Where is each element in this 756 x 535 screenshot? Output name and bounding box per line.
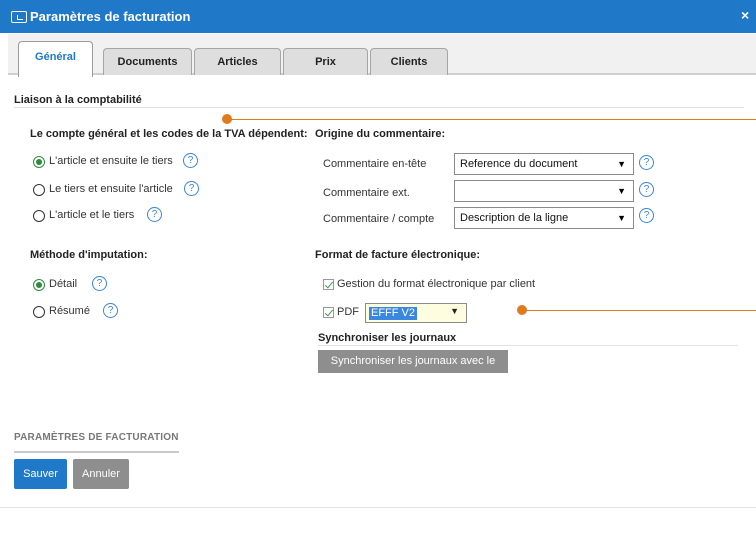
window-title: Paramètres de facturation xyxy=(30,9,191,24)
commentaire-compte-value: Description de la ligne xyxy=(460,212,569,224)
radio-detail-label: Détail xyxy=(49,278,78,290)
footer-title: PARAMÈTRES DE FACTURATION xyxy=(14,432,179,443)
bottom-divider xyxy=(0,507,756,508)
annotation-line xyxy=(230,119,756,120)
synchroniser-journaux-button[interactable]: Synchroniser les journaux avec le DEP xyxy=(318,350,508,390)
commentaire-compte-select[interactable]: Description de la ligne ▼ xyxy=(454,207,634,229)
radio-article-et-tiers-label: L'article et le tiers xyxy=(49,209,135,221)
help-icon[interactable]: ? xyxy=(639,208,654,223)
commentaire-compte-label: Commentaire / compte xyxy=(323,213,435,225)
window-titlebar: Paramètres de facturation × xyxy=(0,0,756,33)
radio-resume[interactable] xyxy=(33,306,45,318)
annotation-line xyxy=(525,310,756,311)
synchro-title: Synchroniser les journaux xyxy=(318,332,457,344)
pdf-format-select[interactable]: EFFF V2 ▼ xyxy=(365,303,467,323)
pdf-format-value: EFFF V2 xyxy=(369,307,418,320)
chevron-down-icon: ▼ xyxy=(617,213,626,223)
footer-divider xyxy=(14,451,179,453)
imputation-title: Méthode d'imputation: xyxy=(30,249,148,261)
tab-articles[interactable]: Articles xyxy=(194,48,281,75)
synchro-divider xyxy=(318,345,738,346)
help-icon[interactable]: ? xyxy=(103,303,118,318)
section-liaison-title: Liaison à la comptabilité xyxy=(14,94,142,106)
tab-prix[interactable]: Prix xyxy=(283,48,368,75)
tab-documents[interactable]: Documents xyxy=(103,48,192,75)
commentaire-ext-label: Commentaire ext. xyxy=(323,187,410,199)
help-icon[interactable]: ? xyxy=(639,155,654,170)
radio-resume-label: Résumé xyxy=(49,305,90,317)
gestion-format-label: Gestion du format électronique par clien… xyxy=(337,278,536,290)
commentaire-entete-value: Reference du document xyxy=(460,158,578,170)
radio-tiers-puis-article[interactable] xyxy=(33,184,45,196)
section-divider xyxy=(14,107,744,108)
help-icon[interactable]: ? xyxy=(184,181,199,196)
help-icon[interactable]: ? xyxy=(639,182,654,197)
compte-general-title: Le compte général et les codes de la TVA… xyxy=(30,128,308,140)
radio-article-puis-tiers-label: L'article et ensuite le tiers xyxy=(49,155,173,167)
chevron-down-icon: ▼ xyxy=(617,159,626,169)
origine-title: Origine du commentaire: xyxy=(315,128,446,140)
radio-detail[interactable] xyxy=(33,279,45,291)
radio-article-et-tiers[interactable] xyxy=(33,210,45,222)
commentaire-entete-label: Commentaire en-tête xyxy=(323,158,427,170)
help-icon[interactable]: ? xyxy=(183,153,198,168)
cancel-button[interactable]: Annuler xyxy=(73,459,129,489)
commentaire-ext-select[interactable]: ▼ xyxy=(454,180,634,202)
tab-general[interactable]: Général xyxy=(18,41,93,77)
format-title: Format de facture électronique: xyxy=(315,249,481,261)
radio-article-puis-tiers[interactable] xyxy=(33,156,45,168)
tab-clients[interactable]: Clients xyxy=(370,48,448,75)
close-icon[interactable]: × xyxy=(741,8,749,22)
help-icon[interactable]: ? xyxy=(92,276,107,291)
chevron-down-icon: ▼ xyxy=(617,186,626,196)
pdf-label: PDF xyxy=(337,306,359,318)
pdf-checkbox[interactable] xyxy=(323,307,334,318)
help-icon[interactable]: ? xyxy=(147,207,162,222)
commentaire-entete-select[interactable]: Reference du document ▼ xyxy=(454,153,634,175)
tab-strip: Général Documents Articles Prix Clients xyxy=(8,34,756,77)
save-button[interactable]: Sauver xyxy=(14,459,67,489)
gestion-format-checkbox[interactable] xyxy=(323,279,334,290)
radio-tiers-puis-article-label: Le tiers et ensuite l'article xyxy=(49,183,173,195)
window-icon xyxy=(11,11,27,23)
chevron-down-icon: ▼ xyxy=(450,306,459,316)
